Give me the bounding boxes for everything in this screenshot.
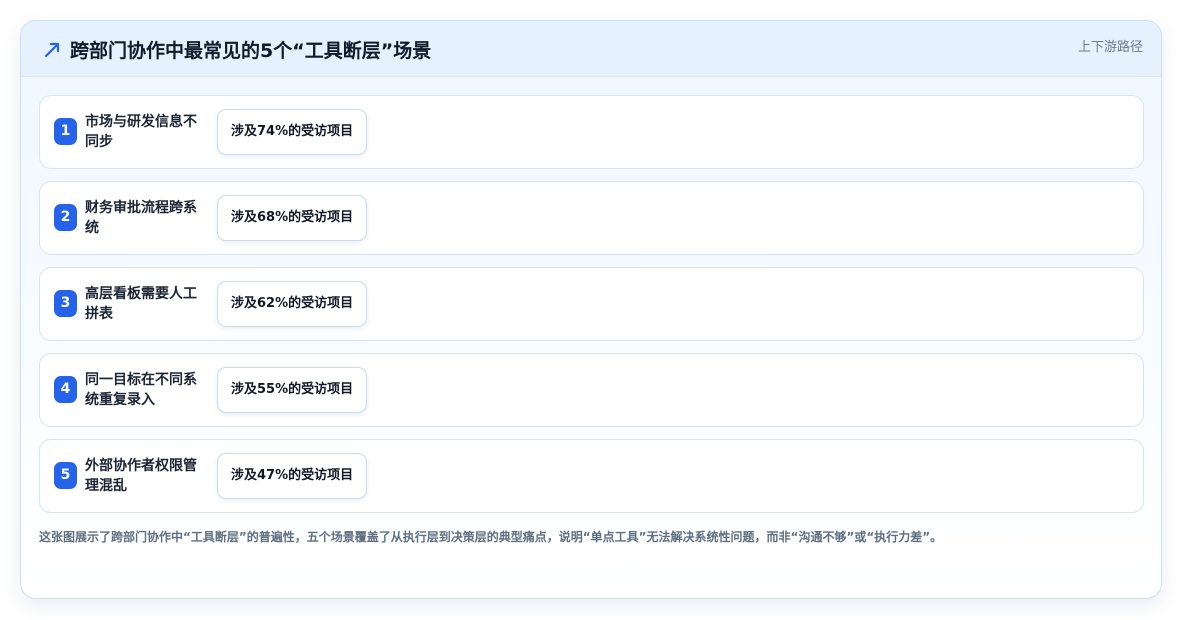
rank-badge: 4 [54,376,77,403]
scenario-label: 同一目标在不同系统重复录入 [85,372,197,408]
chart-card: 跨部门协作中最常见的5个“工具断层”场景 上下游路径 1 市场与研发信息不同步 涉及… [20,20,1162,599]
share-pill: 涉及55%的受访项目 [217,367,368,413]
share-pill: 涉及62%的受访项目 [217,281,368,327]
trend-arrow-icon [44,42,60,58]
rank-badge: 1 [54,118,77,145]
card-header: 跨部门协作中最常见的5个“工具断层”场景 上下游路径 [21,21,1161,77]
scenario-row: 2 财务审批流程跨系统 涉及68%的受访项目 [39,181,1144,255]
chart-caption: 这张图展示了跨部门协作中“工具断层”的普遍性，五个场景覆盖了从执行层到决策层的典… [39,530,943,544]
scenario-row: 4 同一目标在不同系统重复录入 涉及55%的受访项目 [39,353,1144,427]
scenario-row: 5 外部协作者权限管理混乱 涉及47%的受访项目 [39,439,1144,513]
scenario-label: 外部协作者权限管理混乱 [85,458,197,494]
rank-badge: 5 [54,462,77,489]
share-pill: 涉及47%的受访项目 [217,453,368,499]
share-pill: 涉及68%的受访项目 [217,195,368,241]
scenario-label: 市场与研发信息不同步 [85,114,197,150]
chart-title: 跨部门协作中最常见的5个“工具断层”场景 [70,40,432,62]
scenario-label: 高层看板需要人工拼表 [85,286,197,322]
share-pill: 涉及74%的受访项目 [217,109,368,155]
rank-badge: 3 [54,290,77,317]
header-tag: 上下游路径 [1077,40,1143,55]
scenario-row: 3 高层看板需要人工拼表 涉及62%的受访项目 [39,267,1144,341]
scenario-row: 1 市场与研发信息不同步 涉及74%的受访项目 [39,95,1144,169]
scenario-label: 财务审批流程跨系统 [85,200,197,236]
rank-badge: 2 [54,204,77,231]
